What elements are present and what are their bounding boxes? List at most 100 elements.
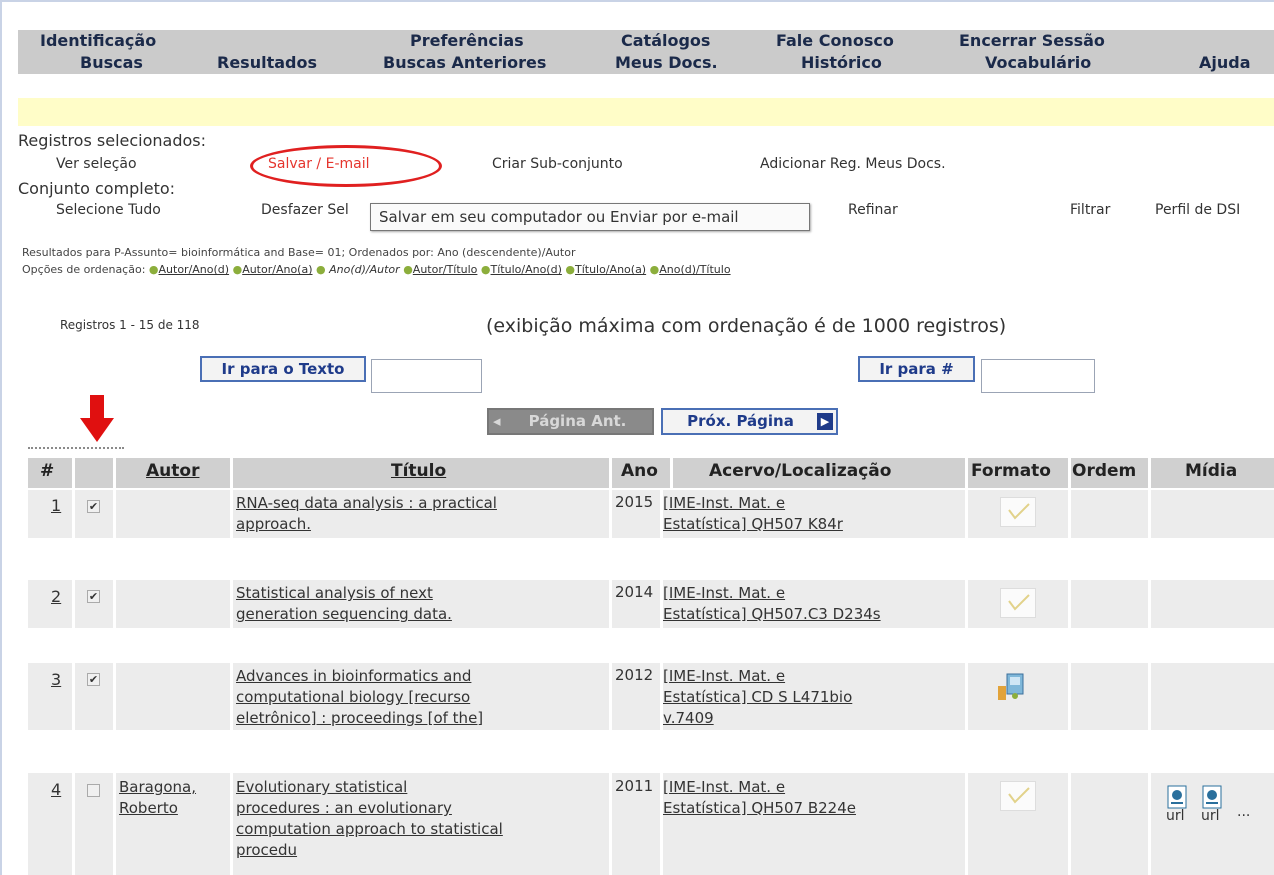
media-url-label[interactable]: url bbox=[1166, 808, 1185, 824]
selected-records-heading: Registros selecionados: bbox=[18, 131, 207, 150]
row-title-link[interactable]: Advances in bioinformatics and computatio… bbox=[236, 666, 483, 729]
sort-option[interactable]: Título/Ano(a) bbox=[575, 263, 646, 276]
prev-page-button: ◂ Página Ant. bbox=[487, 408, 654, 435]
goto-number-button[interactable]: Ir para # bbox=[858, 356, 975, 382]
row-location-link[interactable]: [IME-Inst. Mat. e Estatística] QH507.C3 D… bbox=[663, 583, 881, 625]
nav-catalogos[interactable]: Catálogos bbox=[621, 31, 710, 50]
desfazer-selecao-link[interactable]: Desfazer Sel bbox=[261, 202, 349, 218]
row-checkbox[interactable]: ✔ bbox=[87, 673, 100, 686]
chevron-left-icon: ◂ bbox=[493, 412, 501, 430]
nav-historico[interactable]: Histórico bbox=[801, 53, 882, 72]
prev-page-label: Página Ant. bbox=[528, 412, 627, 430]
table-cell-bg bbox=[28, 580, 72, 628]
electronic-resource-icon bbox=[995, 672, 1027, 702]
col-header-titulo[interactable]: Título bbox=[391, 461, 446, 481]
col-header-ordem: Ordem bbox=[1072, 461, 1137, 481]
nav-preferencias[interactable]: Preferências bbox=[410, 31, 524, 50]
goto-number-input[interactable] bbox=[981, 359, 1095, 393]
window-frame-top bbox=[0, 0, 1274, 2]
table-cell-bg bbox=[75, 490, 113, 538]
sort-option[interactable]: Título/Ano(d) bbox=[491, 263, 562, 276]
header-bg bbox=[75, 458, 113, 488]
refinar-link[interactable]: Refinar bbox=[848, 202, 898, 218]
nav-identificacao[interactable]: Identificação bbox=[40, 31, 156, 50]
col-header-formato: Formato bbox=[971, 461, 1051, 481]
row-number-link[interactable]: 3 bbox=[51, 670, 61, 689]
row-year: 2012 bbox=[615, 666, 654, 684]
url-document-icon[interactable] bbox=[1166, 785, 1188, 809]
nav-encerrar-sessao[interactable]: Encerrar Sessão bbox=[959, 31, 1105, 50]
sort-option[interactable]: Autor/Ano(a) bbox=[242, 263, 312, 276]
url-document-icon[interactable] bbox=[1201, 785, 1223, 809]
top-nav-bar: Identificação Preferências Catálogos Fal… bbox=[18, 30, 1274, 74]
row-author-link[interactable]: Baragona, Roberto bbox=[119, 777, 196, 819]
table-cell-bg bbox=[28, 663, 72, 730]
sort-option[interactable]: Ano(d)/Título bbox=[659, 263, 730, 276]
row-checkbox[interactable]: ✔ bbox=[87, 590, 100, 603]
col-header-autor[interactable]: Autor bbox=[146, 461, 199, 481]
col-header-midia: Mídia bbox=[1185, 461, 1238, 481]
table-cell-bg bbox=[1151, 490, 1274, 538]
table-cell-bg bbox=[1071, 773, 1148, 875]
book-format-icon bbox=[1000, 781, 1036, 811]
row-number-link[interactable]: 1 bbox=[51, 496, 61, 515]
records-range: Registros 1 - 15 de 118 bbox=[60, 318, 200, 332]
sort-option[interactable]: Autor/Ano(d) bbox=[159, 263, 230, 276]
chevron-right-icon: ▶ bbox=[817, 413, 833, 430]
goto-text-button[interactable]: Ir para o Texto bbox=[200, 356, 366, 382]
nav-ajuda[interactable]: Ajuda bbox=[1199, 53, 1251, 72]
table-cell-bg bbox=[1151, 663, 1274, 730]
col-header-num: # bbox=[40, 461, 55, 481]
adicionar-meus-docs-link[interactable]: Adicionar Reg. Meus Docs. bbox=[760, 156, 946, 172]
book-format-icon bbox=[1000, 588, 1036, 618]
book-format-icon bbox=[1000, 497, 1036, 527]
table-cell-bg bbox=[1071, 490, 1148, 538]
col-header-acervo: Acervo/Localização bbox=[709, 461, 892, 481]
row-title-link[interactable]: Statistical analysis of next generation s… bbox=[236, 583, 452, 625]
nav-fale-conosco[interactable]: Fale Conosco bbox=[776, 31, 894, 50]
column-resize-handle[interactable] bbox=[28, 447, 124, 449]
media-url-label[interactable]: url bbox=[1201, 808, 1220, 824]
row-location-link[interactable]: [IME-Inst. Mat. e Estatística] QH507 K84r bbox=[663, 493, 843, 535]
message-bar bbox=[18, 98, 1274, 126]
row-year: 2011 bbox=[615, 777, 654, 795]
sort-option[interactable]: Autor/Título bbox=[413, 263, 478, 276]
nav-buscas-anteriores[interactable]: Buscas Anteriores bbox=[383, 53, 546, 72]
row-number-link[interactable]: 4 bbox=[51, 780, 61, 799]
row-checkbox[interactable]: ✔ bbox=[87, 500, 100, 513]
filtrar-link[interactable]: Filtrar bbox=[1070, 202, 1110, 218]
nav-buscas[interactable]: Buscas bbox=[80, 53, 143, 72]
row-checkbox[interactable] bbox=[87, 784, 100, 797]
tooltip: Salvar em seu computador ou Enviar por e… bbox=[370, 203, 810, 231]
col-header-ano: Ano bbox=[621, 461, 658, 481]
criar-sub-conjunto-link[interactable]: Criar Sub-conjunto bbox=[492, 156, 623, 172]
media-more-label[interactable]: ··· bbox=[1237, 808, 1250, 824]
table-cell-bg bbox=[1071, 663, 1148, 730]
nav-vocabulario[interactable]: Vocabulário bbox=[985, 53, 1091, 72]
nav-meus-docs[interactable]: Meus Docs. bbox=[615, 53, 718, 72]
sort-option-current: Ano(d)/Autor bbox=[329, 263, 400, 276]
nav-resultados[interactable]: Resultados bbox=[217, 53, 317, 72]
ver-selecao-link[interactable]: Ver seleção bbox=[56, 156, 137, 172]
results-query-line: Resultados para P-Assunto= bioinformátic… bbox=[22, 246, 576, 259]
row-title-link[interactable]: Evolutionary statistical procedures : an … bbox=[236, 777, 503, 861]
table-cell-bg bbox=[116, 490, 230, 538]
sort-options-line: Opções de ordenação: ●Autor/Ano(d) ●Auto… bbox=[22, 263, 731, 276]
red-arrow-head bbox=[80, 418, 114, 442]
next-page-button[interactable]: Próx. Página ▶ bbox=[661, 408, 838, 435]
window-frame-left bbox=[0, 0, 2, 875]
sort-options-label: Opções de ordenação: bbox=[22, 263, 146, 276]
perfil-dsi-link[interactable]: Perfil de DSI bbox=[1155, 202, 1240, 218]
table-cell-bg bbox=[1151, 580, 1274, 628]
selecione-tudo-link[interactable]: Selecione Tudo bbox=[56, 202, 161, 218]
row-location-link[interactable]: [IME-Inst. Mat. e Estatística] CD S L471b… bbox=[663, 666, 852, 729]
row-title-link[interactable]: RNA-seq data analysis : a practical appro… bbox=[236, 493, 497, 535]
row-number-link[interactable]: 2 bbox=[51, 587, 61, 606]
table-cell-bg bbox=[1071, 580, 1148, 628]
table-cell-bg bbox=[116, 663, 230, 730]
full-set-heading: Conjunto completo: bbox=[18, 179, 176, 198]
goto-text-input[interactable] bbox=[371, 359, 482, 393]
row-year: 2014 bbox=[615, 583, 654, 601]
row-location-link[interactable]: [IME-Inst. Mat. e Estatística] QH507 B224… bbox=[663, 777, 856, 819]
table-cell-bg bbox=[28, 490, 72, 538]
